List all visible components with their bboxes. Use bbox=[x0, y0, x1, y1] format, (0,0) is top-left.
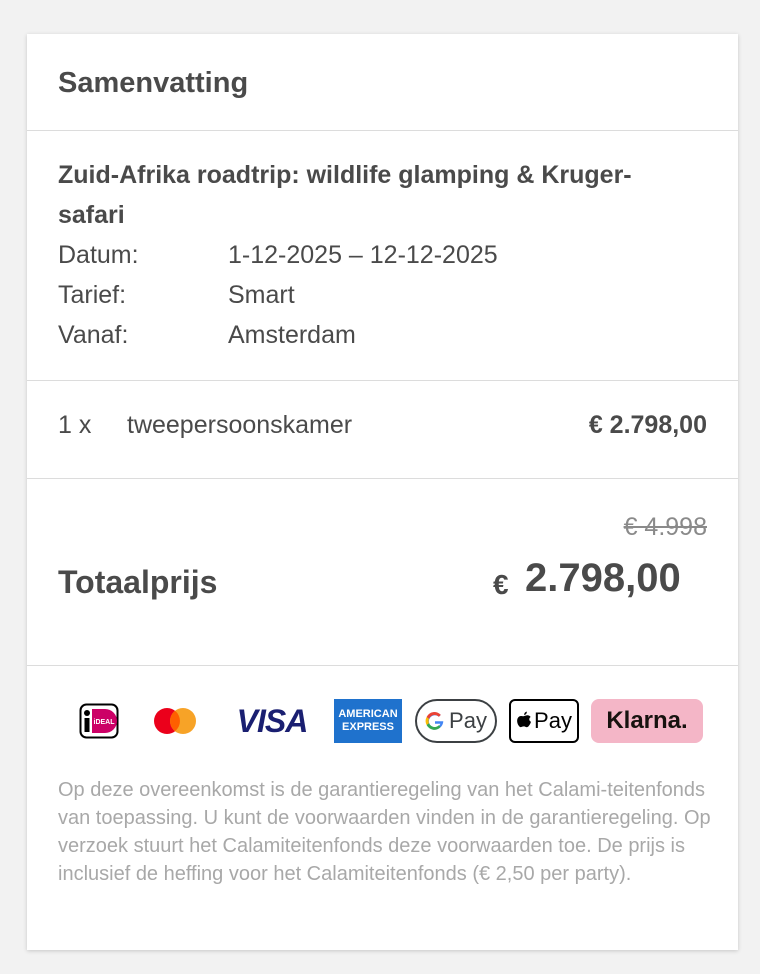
summary-header: Samenvatting bbox=[27, 34, 738, 131]
detail-label: Datum: bbox=[58, 241, 139, 269]
trip-details: Zuid-Afrika roadtrip: wildlife glamping … bbox=[27, 131, 738, 381]
detail-value: Amsterdam bbox=[228, 321, 356, 349]
payment-methods: iDEAL VISA AMERICAN EXPRESS Pay Pay Klar… bbox=[77, 698, 707, 744]
amex-label: AMERICAN EXPRESS bbox=[338, 708, 398, 733]
detail-label: Tarief: bbox=[58, 281, 127, 309]
total-currency: € bbox=[493, 569, 509, 600]
total-price: 2.798,00 bbox=[525, 556, 681, 600]
google-pay-label: Pay bbox=[449, 708, 487, 733]
google-pay-icon: Pay bbox=[415, 698, 497, 744]
trip-name: Zuid-Afrika roadtrip: wildlife glamping … bbox=[58, 161, 632, 229]
total-label: Totaalprijs bbox=[58, 564, 218, 600]
disclaimer-text: Op deze overeenkomst is de garantieregel… bbox=[58, 779, 711, 885]
summary-card: Samenvatting Zuid-Afrika roadtrip: wildl… bbox=[27, 34, 738, 950]
detail-row-departure: Vanaf: Amsterdam bbox=[58, 315, 707, 355]
visa-label: VISA bbox=[236, 702, 309, 739]
amex-icon: AMERICAN EXPRESS bbox=[334, 698, 402, 744]
detail-label: Vanaf: bbox=[58, 321, 129, 349]
total-section: € 4.998 Totaalprijs € 2.798,00 bbox=[27, 479, 738, 666]
visa-icon: VISA bbox=[229, 698, 315, 744]
old-price: € 4.998 bbox=[623, 513, 707, 541]
summary-title: Samenvatting bbox=[58, 67, 249, 99]
room-name: tweepersoonskamer bbox=[127, 411, 353, 439]
mastercard-icon bbox=[149, 698, 201, 744]
ideal-label: iDEAL bbox=[94, 719, 116, 726]
klarna-label: Klarna. bbox=[606, 707, 688, 734]
room-quantity: 1 x bbox=[58, 411, 92, 439]
detail-value: 1-12-2025 – 12-12-2025 bbox=[228, 241, 498, 269]
apple-pay-icon: Pay bbox=[509, 698, 579, 744]
ideal-icon: iDEAL bbox=[77, 698, 121, 744]
apple-logo-icon bbox=[517, 711, 532, 728]
apple-pay-label: Pay bbox=[534, 708, 572, 733]
detail-row-rate: Tarief: Smart bbox=[58, 275, 707, 315]
detail-row-date: Datum: 1-12-2025 – 12-12-2025 bbox=[58, 235, 707, 275]
room-line: 1 x tweepersoonskamer € 2.798,00 bbox=[27, 381, 738, 479]
klarna-icon: Klarna. bbox=[591, 698, 703, 744]
room-price: € 2.798,00 bbox=[588, 411, 707, 439]
google-g-icon bbox=[425, 712, 444, 730]
detail-value: Smart bbox=[228, 281, 295, 309]
